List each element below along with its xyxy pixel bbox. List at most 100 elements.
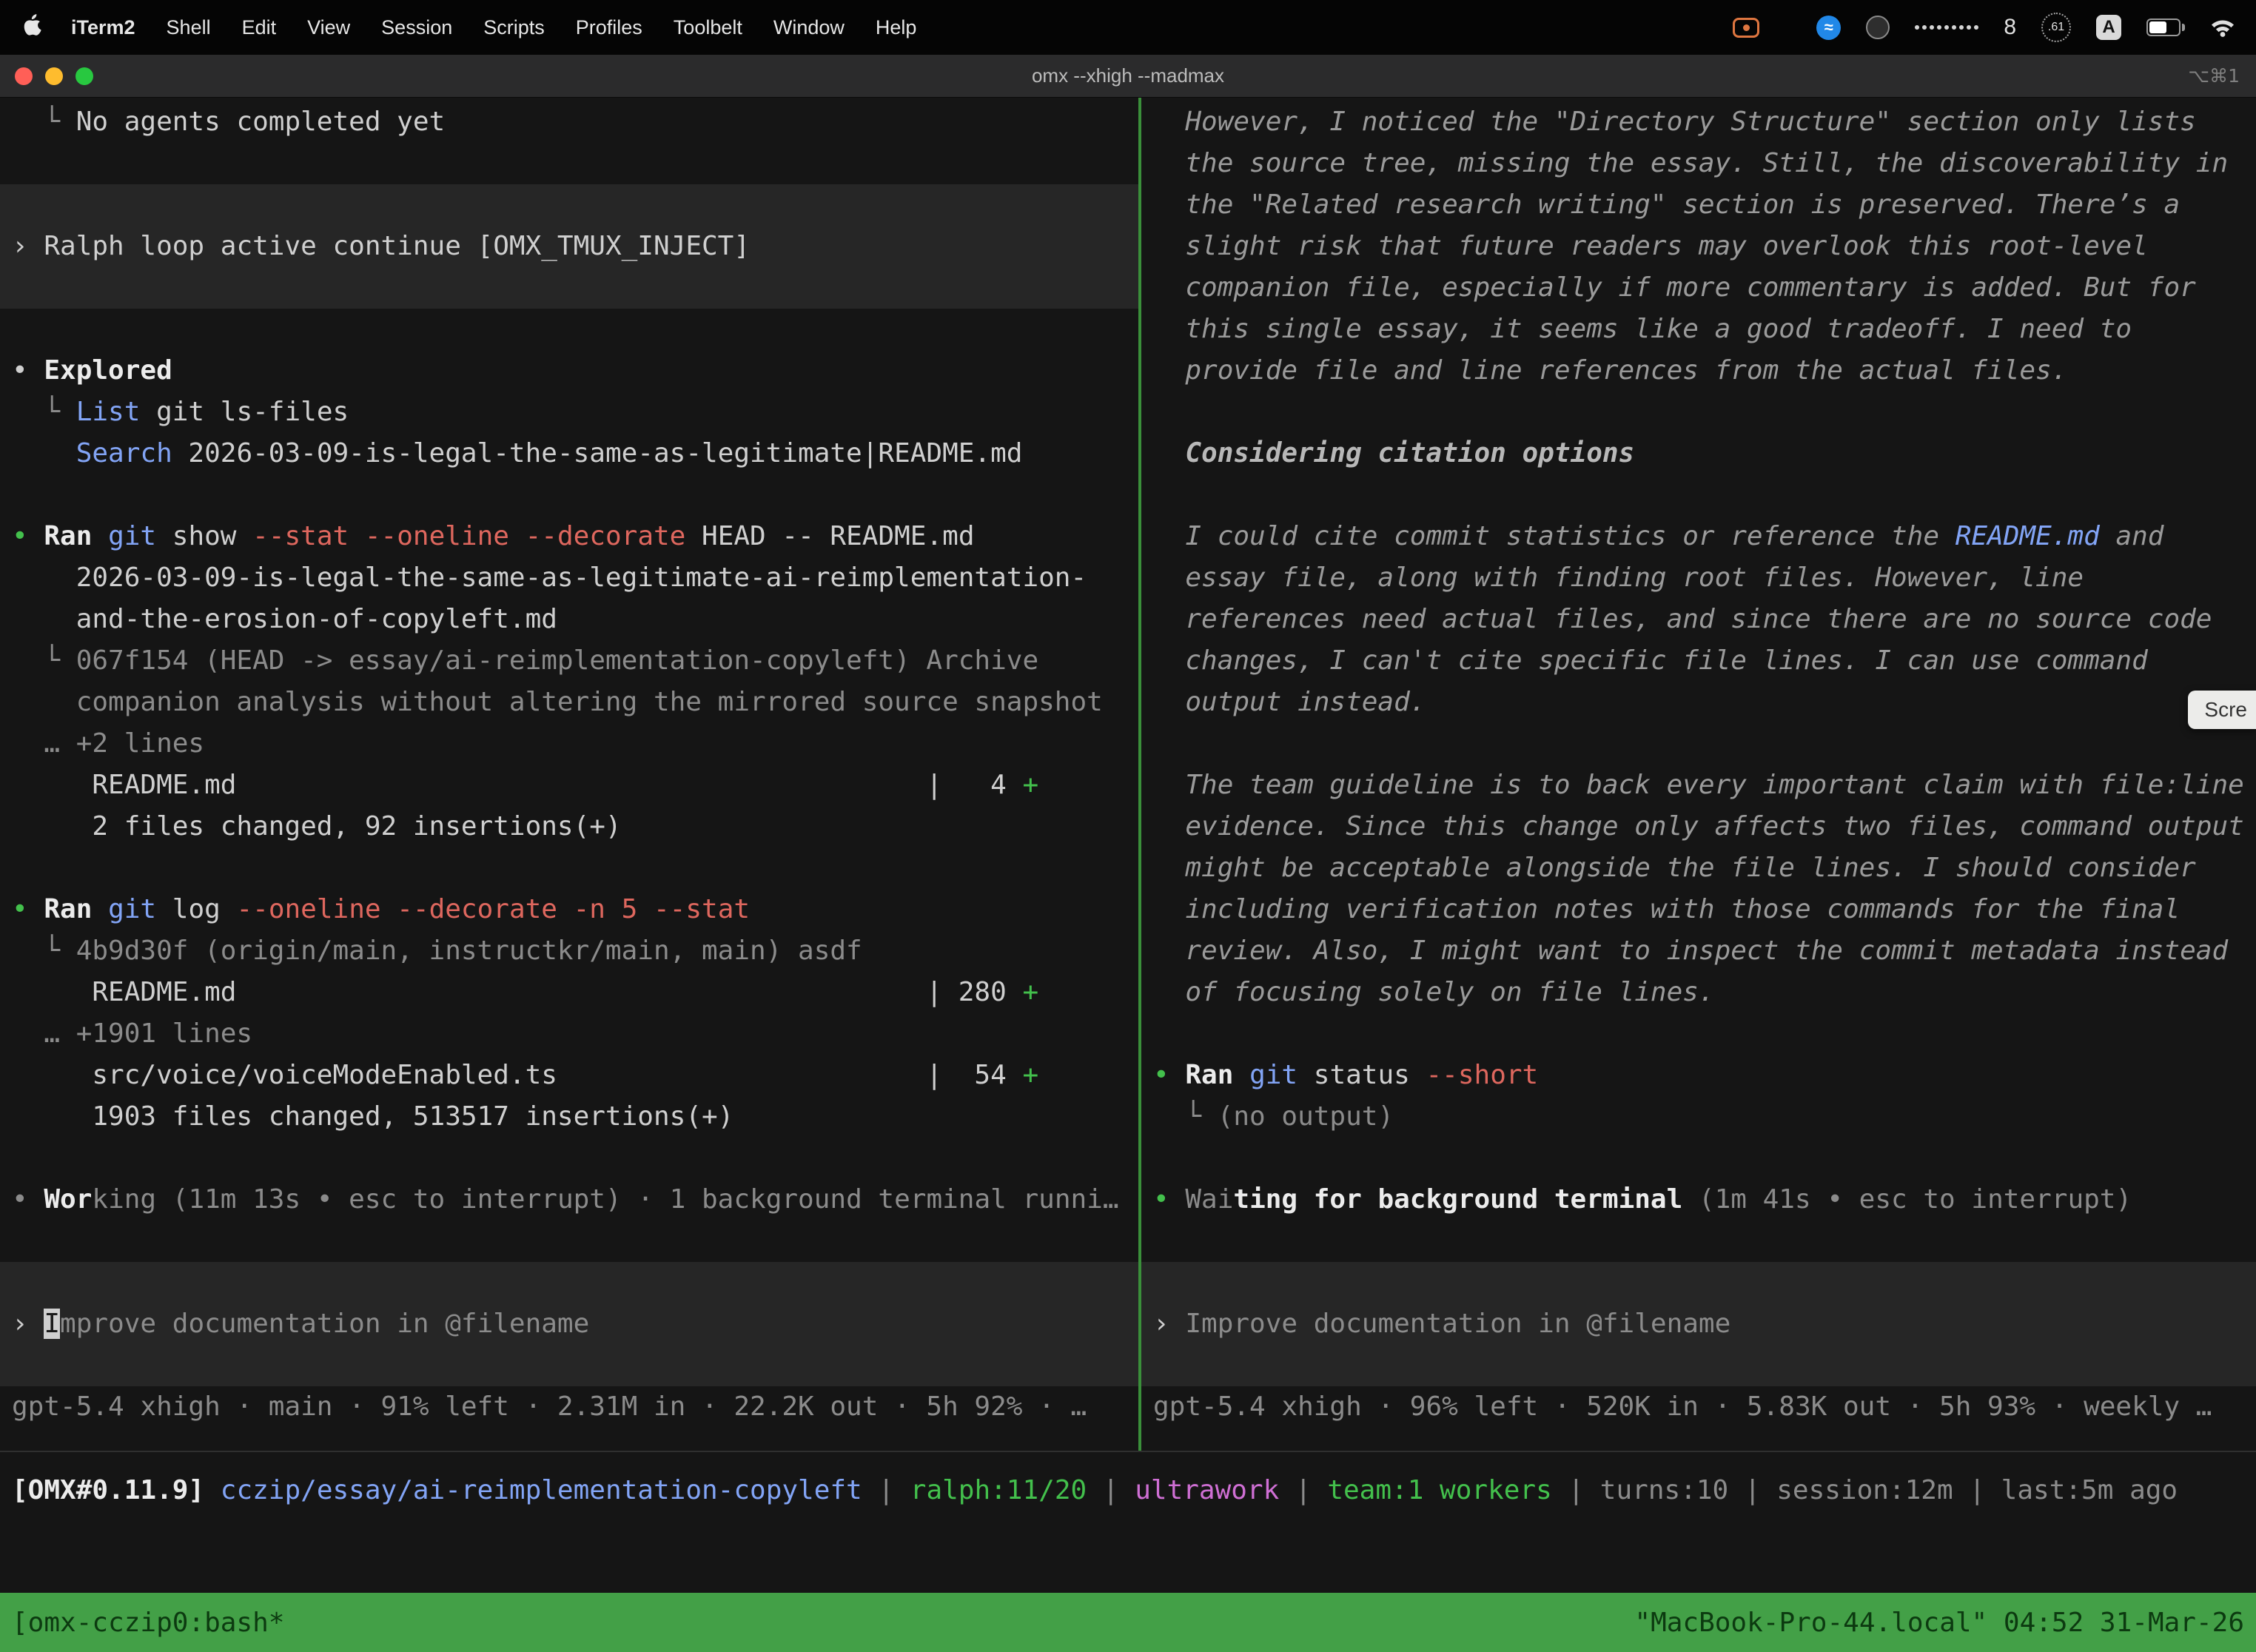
blank-line	[1141, 474, 2256, 516]
window-title-bar[interactable]: omx --xhigh --madmax ⌥⌘1	[0, 55, 2256, 98]
terminal-line: this single essay, it seems like a good …	[1141, 309, 2256, 350]
text-segment: •	[1153, 1184, 1185, 1215]
reasoning-heading: Considering citation options	[1141, 433, 2256, 474]
text-segment: |	[1728, 1475, 1776, 1505]
menu-item-window[interactable]: Window	[758, 16, 860, 39]
tmux-session-window[interactable]: [omx-cczip0:bash*	[12, 1608, 284, 1638]
left-pane-output: └ No agents completed yet› Ralph loop ac…	[0, 101, 1138, 1262]
terminal-line: 1903 files changed, 513517 insertions(+)	[0, 1096, 1138, 1138]
text-segment: Ran	[1185, 1060, 1233, 1090]
menu-item-profiles[interactable]: Profiles	[560, 16, 658, 39]
terminal-line: companion analysis without altering the …	[0, 682, 1138, 723]
menu-item-session[interactable]: Session	[366, 16, 468, 39]
text-segment: might be acceptable alongside the file l…	[1153, 853, 2196, 883]
menu-item-shell[interactable]: Shell	[151, 16, 226, 39]
terminal-line: └ List git ls-files	[0, 392, 1138, 433]
text-segment: companion analysis without altering the …	[12, 687, 1103, 717]
terminal-line: └ (no output)	[1141, 1096, 2256, 1138]
menu-item-help[interactable]: Help	[860, 16, 933, 39]
minimize-button[interactable]	[45, 67, 63, 85]
terminal-line: of focusing solely on file lines.	[1141, 972, 2256, 1013]
text-segment: [OMX#0.11.9]	[12, 1475, 204, 1505]
text-segment: I could cite commit statistics or refere…	[1153, 521, 1955, 551]
gauge-icon[interactable]: .61	[2041, 13, 2071, 42]
text-segment: references need actual files, and since …	[1153, 604, 2212, 634]
text-segment: •	[1153, 1060, 1185, 1090]
text-segment: 1903 files changed, 513517 insertions(+)	[12, 1101, 733, 1132]
right-pane[interactable]: However, I noticed the "Directory Struct…	[1141, 98, 2256, 1451]
text-segment: (1m 41s • esc to interrupt)	[1682, 1184, 2132, 1215]
terminal-line: the source tree, missing the essay. Stil…	[1141, 143, 2256, 184]
text-segment	[204, 1475, 221, 1505]
text-segment	[92, 894, 108, 924]
menu-bar-status-icons: ≈ 8 .61 A	[1733, 13, 2237, 42]
terminal-line: The team guideline is to back every impo…	[1141, 765, 2256, 806]
input-source-icon[interactable]: A	[2096, 15, 2121, 40]
window-title: omx --xhigh --madmax	[1032, 64, 1224, 87]
terminal-line: • Ran git status --short	[1141, 1055, 2256, 1096]
glyph-8-icon[interactable]: 8	[2004, 15, 2016, 40]
text-segment: |	[1087, 1475, 1135, 1505]
ralph-loop-banner[interactable]: › Ralph loop active continue [OMX_TMUX_I…	[0, 184, 1138, 309]
menu-item-scripts[interactable]: Scripts	[468, 16, 560, 39]
menu-item-view[interactable]: View	[292, 16, 366, 39]
text-segment: show	[156, 521, 252, 551]
terminal-window: └ No agents completed yet› Ralph loop ac…	[0, 98, 2256, 1452]
window-grid-icon[interactable]	[1785, 23, 1791, 32]
text-segment: last:5m ago	[2001, 1475, 2178, 1505]
text-segment: provide file and line references from th…	[1153, 355, 2067, 386]
menu-item-iterm2[interactable]: iTerm2	[56, 16, 151, 39]
text-segment: Explored	[44, 355, 172, 386]
text-segment: README.md	[1955, 521, 2100, 551]
terminal-line: provide file and line references from th…	[1141, 350, 2256, 392]
menu-bar-left: iTerm2 Shell Edit View Session Scripts P…	[19, 14, 932, 41]
text-segment: README.md | 4	[12, 770, 1022, 800]
left-pane[interactable]: └ No agents completed yet› Ralph loop ac…	[0, 98, 1138, 1451]
apple-menu[interactable]	[19, 14, 56, 41]
text-segment: Wor	[44, 1184, 92, 1215]
terminal-line: and-the-erosion-of-copyleft.md	[0, 599, 1138, 640]
screen-recording-indicator-icon[interactable]	[1733, 18, 1759, 38]
blank-line	[0, 309, 1138, 350]
text-segment: Ralph loop active continue [OMX_TMUX_INJ…	[44, 231, 750, 261]
left-prompt-input[interactable]: › Improve documentation in @filename	[0, 1262, 1138, 1386]
omx-status-area: [OMX#0.11.9] cczip/essay/ai-reimplementa…	[0, 1452, 2256, 1593]
close-button[interactable]	[15, 67, 33, 85]
text-segment: However, I noticed the "Directory Struct…	[1153, 107, 2196, 137]
text-segment: +	[1022, 1060, 1038, 1090]
text-segment: |	[1552, 1475, 1600, 1505]
text-segment: Search	[76, 438, 172, 469]
right-prompt-input[interactable]: › Improve documentation in @filename	[1141, 1262, 2256, 1386]
app-grid-icon[interactable]	[1915, 25, 1978, 30]
battery-icon[interactable]	[2146, 19, 2185, 36]
text-segment	[12, 438, 76, 469]
text-segment: king	[92, 1184, 156, 1215]
terminal-line: … +2 lines	[0, 723, 1138, 765]
menu-item-toolbelt[interactable]: Toolbelt	[658, 16, 758, 39]
text-segment: git ls-files	[140, 397, 349, 427]
blank-line	[1141, 1220, 2256, 1262]
blank-line	[1141, 723, 2256, 765]
prompt-line: › Improve documentation in @filename	[1141, 1303, 2256, 1345]
text-cursor: I	[44, 1309, 60, 1339]
text-segment: •	[12, 894, 44, 924]
text-segment: … +2 lines	[12, 728, 204, 759]
terminal-line: I could cite commit statistics or refere…	[1141, 516, 2256, 557]
terminal-line: review. Also, I might want to inspect th…	[1141, 930, 2256, 972]
text-segment: HEAD -- README.md	[685, 521, 974, 551]
left-model-status-line: gpt-5.4 xhigh · main · 91% left · 2.31M …	[0, 1386, 1138, 1428]
docker-icon[interactable]: ≈	[1816, 16, 1841, 40]
text-segment: --stat --oneline --decorate	[252, 521, 685, 551]
text-segment: and-the-erosion-of-copyleft.md	[12, 604, 557, 634]
moon-circle-icon[interactable]	[1866, 16, 1890, 39]
terminal-line: • Ran git show --stat --oneline --decora…	[0, 516, 1138, 557]
terminal-line: changes, I can't cite specific file line…	[1141, 640, 2256, 682]
menu-item-edit[interactable]: Edit	[226, 16, 292, 39]
screen-share-notification[interactable]: Scre	[2188, 691, 2256, 729]
text-segment: List	[76, 397, 141, 427]
text-segment: and	[2100, 521, 2164, 551]
text-segment	[1233, 1060, 1249, 1090]
zoom-button[interactable]	[75, 67, 93, 85]
traffic-lights	[15, 55, 93, 97]
wifi-icon[interactable]	[2210, 18, 2235, 38]
